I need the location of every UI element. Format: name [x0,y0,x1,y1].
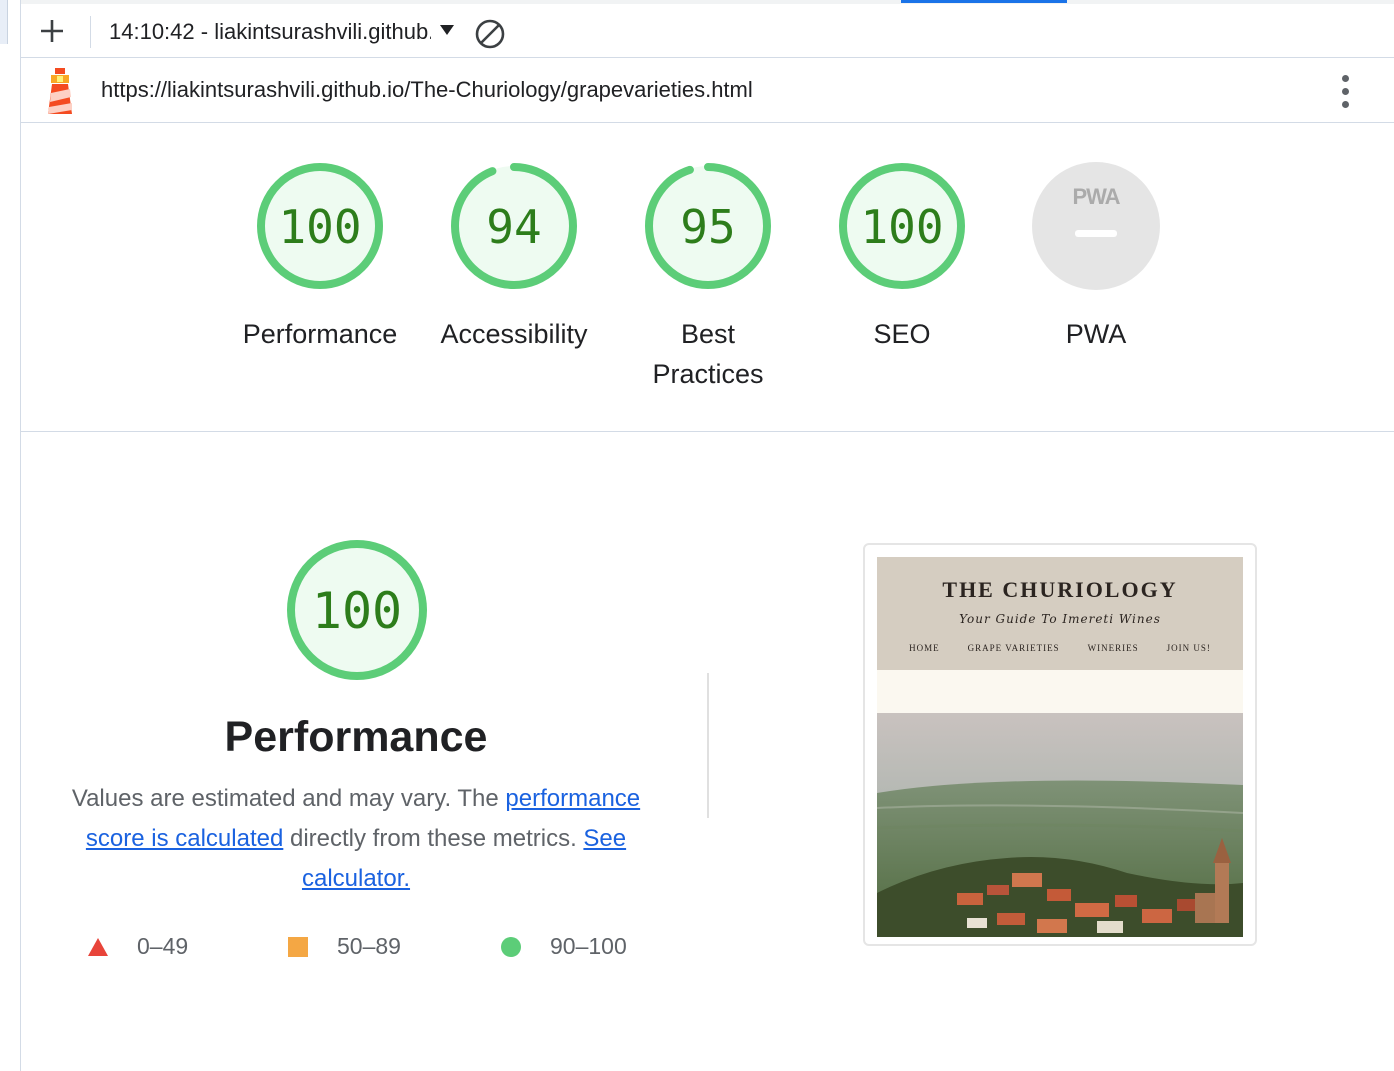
legend-item-fail: 0–49 [87,933,188,960]
url-bar: https://liakintsurashvili.github.io/The-… [21,59,1394,123]
triangle-icon [88,937,108,956]
left-rail [0,0,21,1071]
page-screenshot: THE CHURIOLOGY Your Guide To Imereti Win… [877,557,1243,937]
legend-range: 0–49 [137,933,189,959]
gauge-label: PWA [1065,319,1127,349]
lighthouse-icon [43,66,77,116]
gauge-score: 95 [680,200,735,254]
performance-section: 100 Performance Values are estimated and… [21,433,1394,1071]
gauge-accessibility[interactable]: 94 Accessibility [424,160,604,354]
plus-icon[interactable] [37,16,67,46]
screenshot-nav-item: Home [909,643,940,653]
gauge-label: Accessibility [440,319,588,349]
gauge-label: Performance [242,319,398,349]
score-ring: 94 [451,163,577,289]
big-gauge-score: 100 [312,582,402,640]
active-tab-indicator [901,0,1067,3]
gauge-label: Best Practices [652,319,764,389]
score-scale-legend: 0–49 50–89 90–100 [87,933,647,967]
score-ring: 100 [287,540,427,680]
score-ring: 100 [839,163,965,289]
gauge-seo[interactable]: 100 SEO [812,160,992,354]
gauge-score: 100 [278,200,361,254]
gauge-score: 94 [486,200,541,254]
performance-title: Performance [224,713,488,761]
screenshot-nav-item: Join Us! [1166,643,1211,653]
score-ring: 95 [645,163,771,289]
report-selector[interactable]: 14:10:42 - liakintsurashvili.github.io [109,17,455,47]
block-icon[interactable] [474,18,506,50]
legend-range: 90–100 [550,933,627,959]
gauge-performance[interactable]: 100 Performance [230,160,410,354]
final-screenshot[interactable]: THE CHURIOLOGY Your Guide To Imereti Win… [863,543,1257,946]
gauge-score: 100 [860,200,943,254]
performance-description: Values are estimated and may vary. The p… [66,779,646,899]
screenshot-tagline: Your Guide To Imereti Wines [959,612,1161,626]
screenshot-nav: Home Grape Varieties Wineries Join Us! [877,643,1243,653]
legend-item-pass: 90–100 [500,933,627,960]
gauge-label: SEO [873,319,931,349]
legend-range: 50–89 [337,933,401,959]
pwa-icon: PWA [1072,184,1120,209]
square-icon [288,936,308,957]
screenshot-site-title: THE CHURIOLOGY [942,577,1178,602]
desc-text-1: Values are estimated and may vary. The [71,785,506,812]
gauge-pwa[interactable]: PWA PWA [1006,160,1186,354]
performance-big-gauge: 100 [283,536,431,684]
more-vert-icon[interactable] [1333,71,1357,111]
landscape-photo [877,713,1243,937]
dropdown-arrow-icon [439,23,455,41]
screenshot-nav-item: Grape Varieties [967,643,1060,653]
score-gauges: 100 Performance 94 Accessibility 95 Best… [21,124,1394,432]
report-toolbar: 14:10:42 - liakintsurashvili.github.io [21,0,1394,58]
page-url: https://liakintsurashvili.github.io/The-… [101,77,753,102]
legend-item-average: 50–89 [287,933,401,960]
circle-icon [501,936,521,957]
pwa-badge: PWA [1032,162,1160,290]
gauge-best-practices[interactable]: 95 Best Practices [618,160,798,394]
toolbar-separator [90,16,91,48]
desc-text-2: directly from these metrics. [283,825,584,852]
vertical-divider [707,673,709,818]
sidebar-stub [0,0,8,44]
screenshot-nav-item: Wineries [1087,643,1139,653]
report-title: 14:10:42 - liakintsurashvili.github.io [109,19,431,44]
screenshot-header: THE CHURIOLOGY Your Guide To Imereti Win… [877,557,1243,670]
score-ring: 100 [257,163,383,289]
